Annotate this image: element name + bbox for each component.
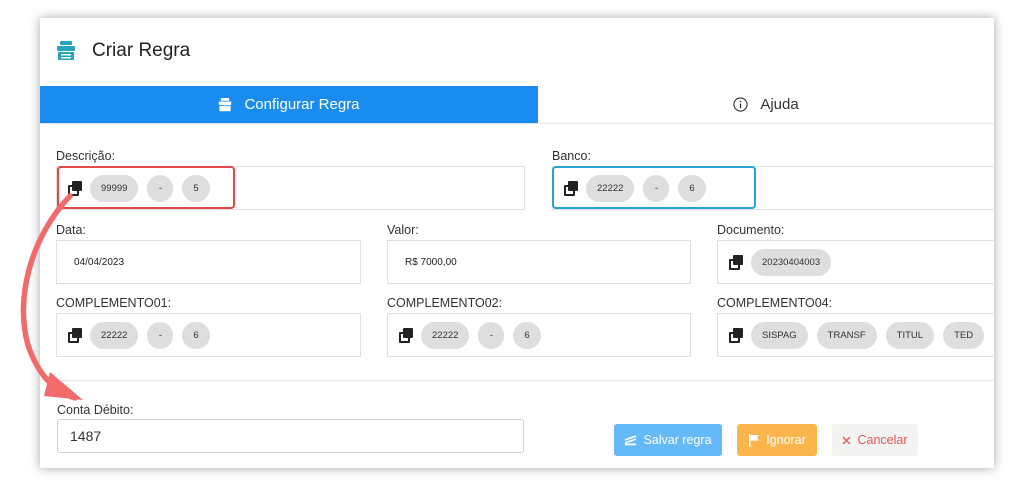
complemento01-field[interactable]: 22222 - 6 [56,313,361,357]
tab-ajuda[interactable]: Ajuda [538,86,994,123]
divider [40,380,994,381]
complemento02-field[interactable]: 22222 - 6 [387,313,691,357]
complemento02-label: COMPLEMENTO02: [387,296,503,310]
chip: 6 [182,321,210,349]
info-icon [733,97,748,112]
conta-debito-input[interactable] [57,419,524,453]
page-title: Criar Regra [92,40,191,61]
complemento04-label: COMPLEMENTO04: [717,296,833,310]
chip: - [478,321,505,349]
dialog-header: Criar Regra [56,40,190,62]
copy-icon[interactable] [68,328,82,343]
cancel-button[interactable]: Cancelar [832,424,918,456]
tab-bar: Configurar Regra Ajuda [40,86,994,124]
tab-label: Configurar Regra [244,96,360,113]
flag-icon [748,433,760,447]
valor-value: R$ 7000,00 [405,256,457,268]
data-field[interactable]: 04/04/2023 [56,240,361,284]
data-label: Data: [56,223,86,237]
chip: TRANSF [816,321,877,349]
ignore-label: Ignorar [766,433,806,447]
chip: 20230404003 [751,248,832,276]
chip: 6 [513,321,541,349]
descricao-label: Descrição: [56,149,116,163]
conta-debito-label: Conta Débito: [57,403,134,417]
chip: SISPAG [751,321,808,349]
save-rule-button[interactable]: Salvar regra [614,424,722,456]
banco-label: Banco: [552,149,591,163]
rule-icon [57,41,75,60]
save-icon [624,434,637,446]
valor-label: Valor: [387,223,419,237]
tab-label: Ajuda [760,96,799,113]
chip: - [147,321,174,349]
copy-icon[interactable] [729,328,743,343]
complemento01-label: COMPLEMENTO01: [56,296,172,310]
chip: 22222 [421,321,470,349]
ignore-button[interactable]: Ignorar [737,424,817,456]
cancel-label: Cancelar [857,433,908,447]
descricao-highlight [57,166,235,209]
chip: TITUL [885,321,935,349]
data-value: 04/04/2023 [74,256,125,268]
valor-field[interactable]: R$ 7000,00 [387,240,691,284]
create-rule-dialog: Criar Regra Configurar Regra Ajuda Descr… [40,18,994,468]
rule-tab-icon [218,97,232,112]
chip: 22222 [90,321,139,349]
copy-icon[interactable] [729,255,743,270]
documento-field[interactable]: 20230404003 [717,240,994,284]
complemento04-field[interactable]: SISPAG TRANSF TITUL TED [717,313,994,357]
copy-icon[interactable] [399,328,413,343]
close-icon [842,436,851,445]
tab-configurar-regra[interactable]: Configurar Regra [40,86,538,123]
documento-label: Documento: [717,223,785,237]
save-rule-label: Salvar regra [643,433,712,447]
chip: TED [943,321,985,349]
banco-highlight [552,166,756,209]
